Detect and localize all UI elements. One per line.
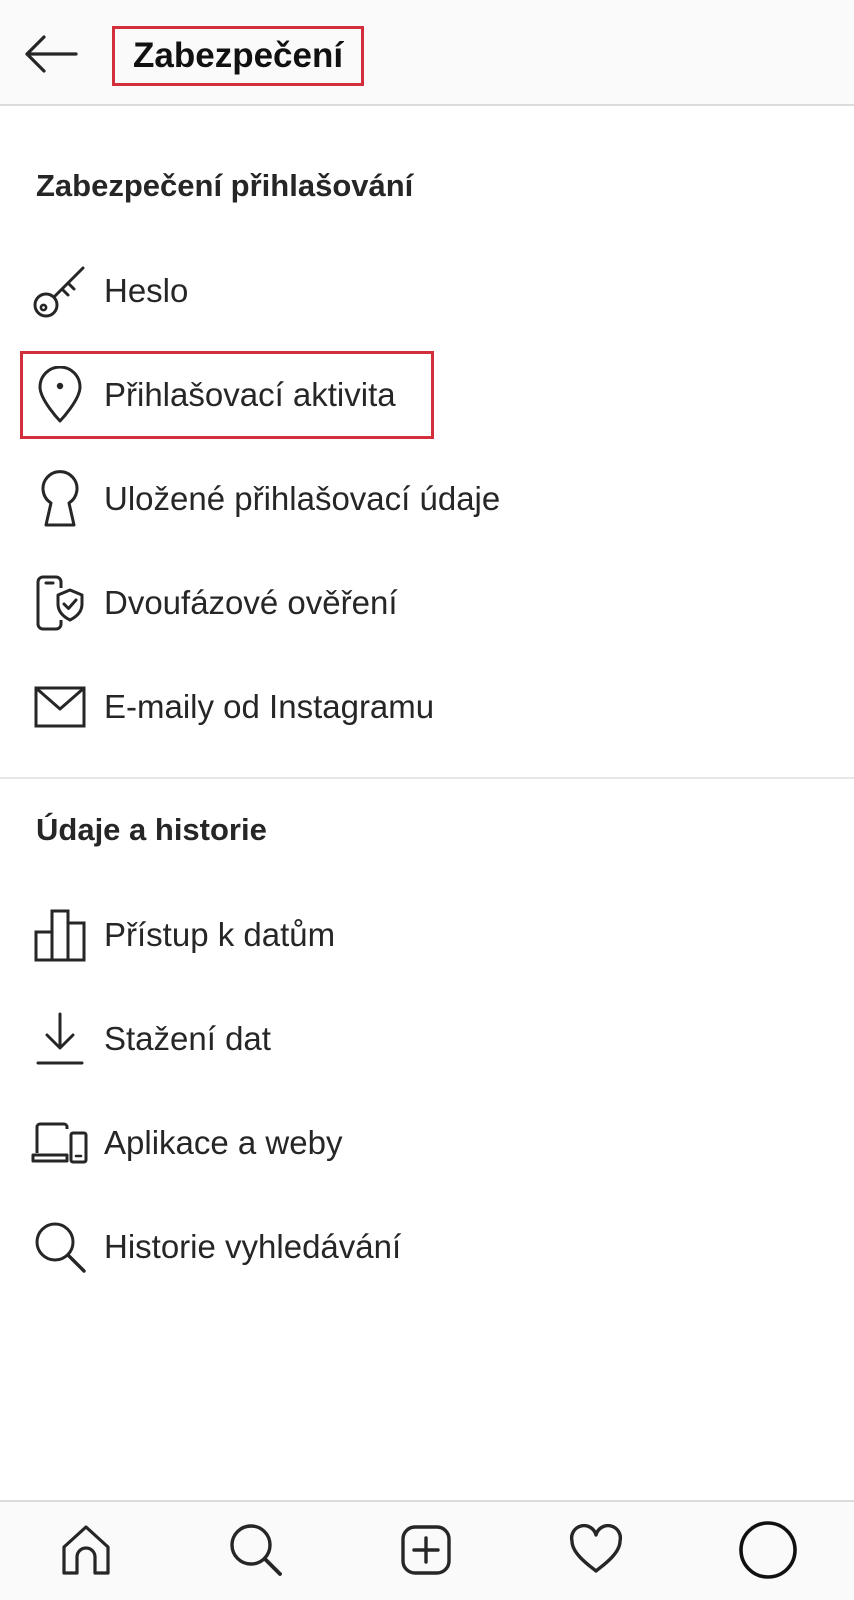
- section-divider: [0, 777, 854, 779]
- menu-item-two-factor-auth[interactable]: Dvoufázové ověření: [24, 560, 830, 646]
- location-pin-icon: [24, 363, 96, 427]
- menu-item-label: Dvoufázové ověření: [104, 584, 398, 621]
- menu-item-download-data[interactable]: Stažení dat: [24, 996, 830, 1082]
- nav-new-post-button[interactable]: [394, 1518, 458, 1582]
- menu-item-label: E-maily od Instagramu: [104, 688, 435, 725]
- page-title-highlight: Zabezpečení: [112, 26, 365, 86]
- menu-item-label: Heslo: [104, 272, 189, 309]
- menu-item-saved-login-info[interactable]: Uložené přihlašovací údaje: [24, 456, 830, 542]
- bottom-navigation: [0, 1500, 854, 1600]
- menu-item-login-activity[interactable]: Přihlašovací aktivita: [24, 352, 830, 438]
- menu-item-emails-from-instagram[interactable]: E-maily od Instagramu: [24, 664, 830, 750]
- phone-shield-icon: [24, 571, 96, 635]
- nav-profile-button[interactable]: [736, 1518, 800, 1582]
- menu-item-apps-websites[interactable]: Aplikace a weby: [24, 1100, 830, 1186]
- back-button[interactable]: [20, 24, 80, 84]
- top-app-bar: Zabezpečení: [0, 0, 854, 106]
- back-arrow-icon: [25, 35, 78, 73]
- page-title: Zabezpečení: [133, 36, 344, 75]
- bar-chart-icon: [24, 903, 96, 967]
- menu-item-label: Přihlašovací aktivita: [104, 376, 396, 413]
- mail-icon: [24, 675, 96, 739]
- menu-item-label: Uložené přihlašovací údaje: [104, 480, 501, 517]
- menu-item-label: Historie vyhledávání: [104, 1228, 402, 1265]
- download-icon: [24, 1007, 96, 1071]
- section-title-data-history: Údaje a historie: [36, 812, 267, 847]
- menu-item-label: Přístup k datům: [104, 916, 336, 953]
- nav-home-button[interactable]: [54, 1518, 118, 1582]
- menu-item-search-history[interactable]: Historie vyhledávání: [24, 1204, 830, 1290]
- key-icon: [24, 259, 96, 323]
- add-post-icon: [401, 1525, 451, 1575]
- laptop-phone-icon: [24, 1111, 96, 1175]
- section-title-login-security: Zabezpečení přihlašování: [36, 168, 414, 203]
- menu-item-label: Stažení dat: [104, 1020, 271, 1057]
- keyhole-icon: [24, 467, 96, 531]
- nav-activity-button[interactable]: [564, 1518, 628, 1582]
- menu-item-password[interactable]: Heslo: [24, 248, 830, 334]
- profile-icon: [739, 1521, 797, 1579]
- search-icon: [230, 1524, 282, 1576]
- menu-item-access-data[interactable]: Přístup k datům: [24, 892, 830, 978]
- home-icon: [62, 1525, 110, 1575]
- heart-icon: [569, 1524, 623, 1573]
- search-icon: [24, 1215, 96, 1279]
- nav-search-button[interactable]: [224, 1518, 288, 1582]
- menu-item-label: Aplikace a weby: [104, 1124, 343, 1161]
